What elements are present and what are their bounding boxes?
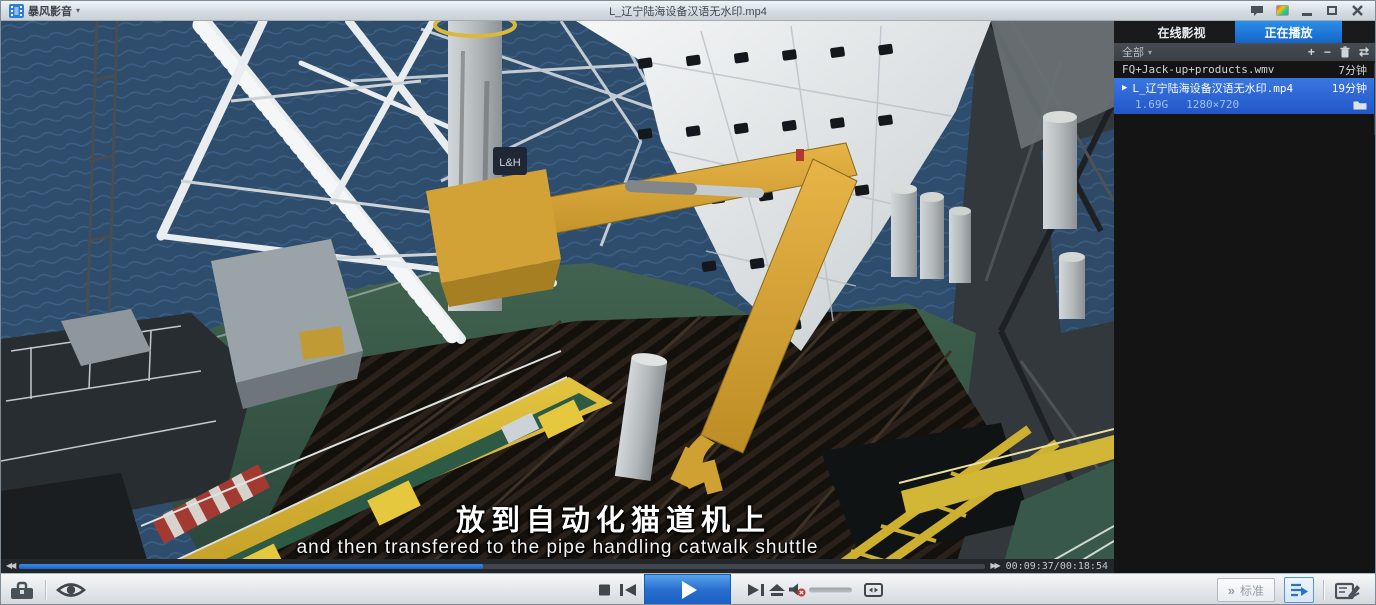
app-logo-text: 暴风影音	[28, 3, 72, 19]
divider	[45, 580, 46, 600]
close-button[interactable]	[1349, 4, 1365, 18]
fullscreen-icon[interactable]	[864, 583, 883, 597]
previous-button[interactable]	[620, 584, 636, 596]
transport-controls	[591, 574, 891, 605]
play-button[interactable]	[644, 574, 731, 605]
playlist-item-resolution: 1280×720	[1186, 98, 1239, 111]
playlist-toolbar: 全部 ▾ + − ⇄	[1114, 43, 1376, 61]
maximize-button[interactable]	[1324, 4, 1340, 18]
sort-swap-icon[interactable]: ⇄	[1359, 46, 1369, 58]
stop-button[interactable]	[599, 585, 610, 596]
tab-online-video[interactable]: 在线影视	[1128, 21, 1235, 43]
filter-caret-icon: ▾	[1148, 48, 1152, 57]
playlist-item-name: FQ+Jack-up+products.wmv	[1122, 63, 1274, 76]
title-bar: 暴风影音 ▾ L_辽宁陆海设备汉语无水印.mp4	[1, 1, 1375, 21]
rewind-icon[interactable]: ◀◀	[1, 559, 19, 573]
subtitle-chinese: 放到自动化猫道机上	[1, 497, 1114, 539]
player-window: 暴风影音 ▾ L_辽宁陆海设备汉语无水印.mp4	[0, 0, 1376, 605]
playlist-item-size: 1.69G	[1135, 98, 1168, 111]
skin-icon[interactable]	[1274, 4, 1290, 18]
divider	[1323, 580, 1324, 600]
trash-icon[interactable]	[1340, 46, 1350, 58]
playlist-item[interactable]: FQ+Jack-up+products.wmv 7分钟	[1114, 61, 1376, 78]
app-menu-button[interactable]: 暴风影音 ▾	[1, 1, 88, 20]
window-controls	[1249, 4, 1375, 18]
playlist-icon	[1290, 582, 1309, 598]
filter-dropdown[interactable]: 全部 ▾	[1122, 44, 1152, 60]
crane-logo: L&H	[499, 157, 520, 169]
control-bar: » 标准	[1, 573, 1375, 605]
media-library-button[interactable]	[1333, 578, 1363, 602]
seek-progress-fill	[19, 564, 483, 569]
app-menu-caret-icon: ▾	[76, 6, 80, 15]
play-icon	[682, 581, 697, 599]
subtitle-english: and then transfered to the pipe handling…	[1, 537, 1114, 559]
feedback-icon[interactable]	[1249, 4, 1265, 18]
minimize-button[interactable]	[1299, 4, 1315, 18]
playlist-sidebar: 在线影视 正在播放 全部 ▾ + − ⇄ FQ+Jack-up+products…	[1114, 21, 1376, 573]
open-folder-icon[interactable]	[1353, 100, 1367, 110]
playing-marker-icon: ▶	[1122, 83, 1127, 93]
volume-slider[interactable]	[809, 588, 852, 593]
video-frame-rig-scene: L&H	[1, 21, 1114, 573]
sidebar-tabs: 在线影视 正在播放	[1114, 21, 1376, 43]
tab-now-playing[interactable]: 正在播放	[1235, 21, 1342, 43]
playlist-item-active[interactable]: ▶ L_辽宁陆海设备汉语无水印.mp4 19分钟 1.69G 1280×720	[1114, 78, 1376, 114]
seek-track[interactable]	[19, 564, 985, 569]
fast-forward-icon[interactable]: ▶▶	[985, 559, 1003, 573]
timecode: 00:09:37/00:18:54	[1004, 561, 1114, 572]
remove-icon[interactable]: −	[1324, 46, 1331, 58]
filter-label: 全部	[1122, 44, 1144, 60]
seek-bar: ◀◀ ▶▶ 00:09:37/00:18:54	[1, 559, 1114, 573]
window-title: L_辽宁陆海设备汉语无水印.mp4	[1, 3, 1375, 19]
standard-mode-button[interactable]: » 标准	[1217, 578, 1275, 602]
playlist-toggle-button[interactable]	[1284, 577, 1314, 603]
film-logo-icon	[9, 4, 24, 18]
playlist: FQ+Jack-up+products.wmv 7分钟 ▶ L_辽宁陆海设备汉语…	[1114, 61, 1376, 114]
toolbox-icon[interactable]	[9, 580, 35, 600]
playlist-item-duration: 19分钟	[1332, 80, 1367, 96]
chevrons-icon: »	[1228, 583, 1235, 598]
next-button[interactable]	[748, 584, 764, 596]
add-icon[interactable]: +	[1308, 46, 1315, 58]
playlist-item-name: L_辽宁陆海设备汉语无水印.mp4	[1132, 80, 1293, 96]
mute-speaker-icon[interactable]	[789, 583, 806, 597]
video-surface[interactable]: L&H	[1, 21, 1114, 573]
playlist-item-duration: 7分钟	[1338, 62, 1367, 78]
eye-preview-icon[interactable]	[56, 581, 86, 599]
media-library-icon	[1335, 581, 1361, 600]
standard-mode-label: 标准	[1240, 582, 1264, 599]
eject-button[interactable]	[769, 584, 785, 596]
